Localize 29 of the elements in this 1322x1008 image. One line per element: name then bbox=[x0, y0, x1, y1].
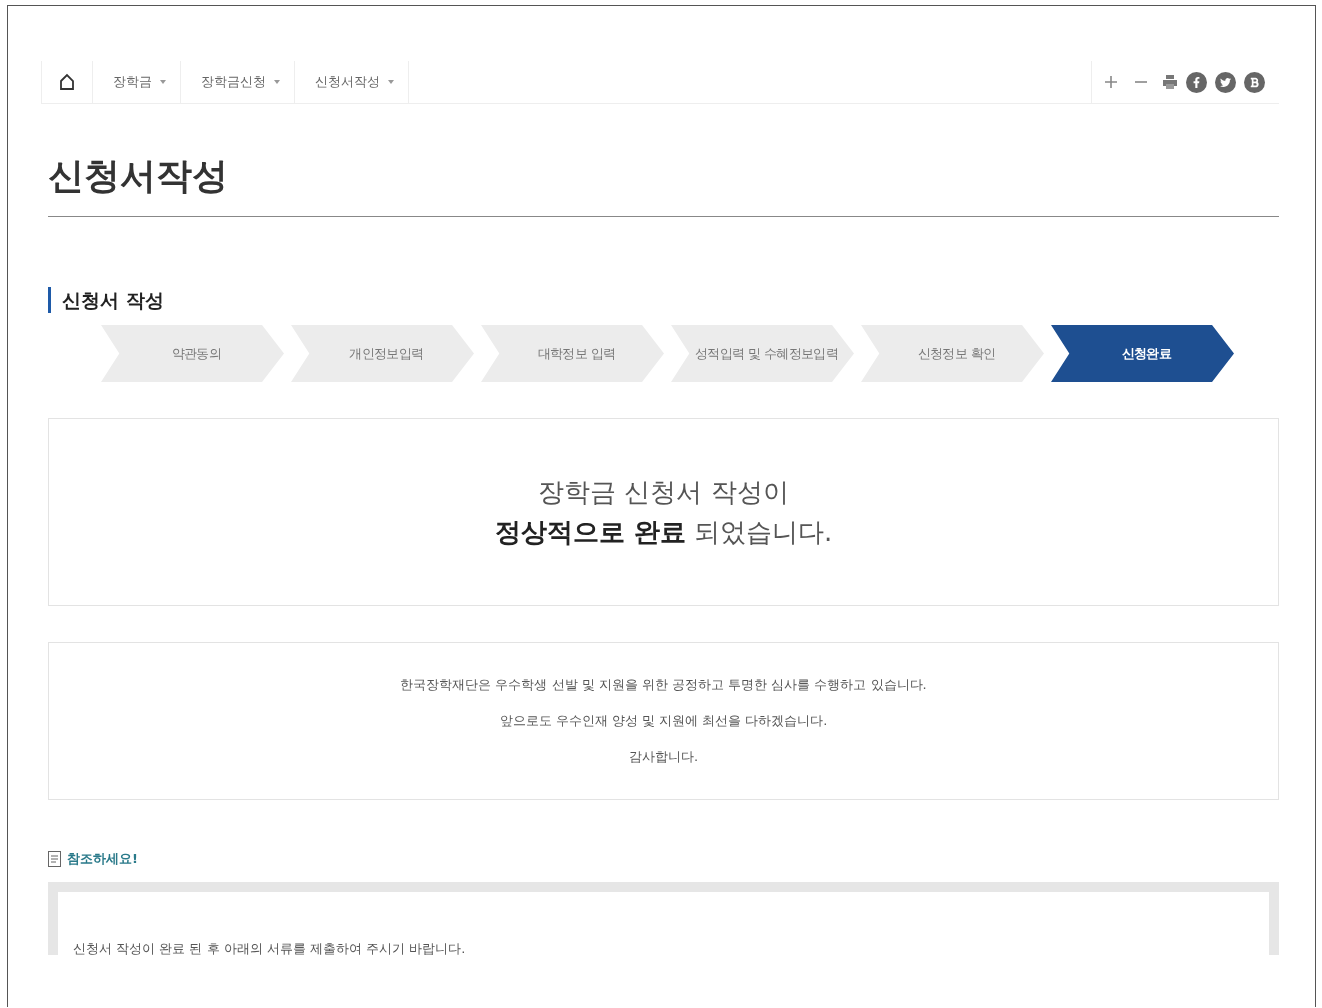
progress-step: 개인정보입력 bbox=[291, 325, 474, 382]
page-title: 신청서작성 bbox=[48, 154, 229, 198]
note-text: 신청서 작성이 완료 된 후 아래의 서류를 제출하여 주시기 바랍니다. bbox=[73, 941, 466, 955]
caret-icon bbox=[160, 80, 166, 84]
caret-icon bbox=[274, 80, 280, 84]
document-icon bbox=[48, 851, 61, 867]
section-title: 신청서 작성 bbox=[48, 287, 1279, 313]
facebook-icon[interactable] bbox=[1186, 71, 1207, 93]
blog-icon[interactable] bbox=[1244, 71, 1265, 93]
notice-text: 한국장학재단은 우수학생 선발 및 지원을 위한 공정하고 투명한 심사를 수행하고 있습니다. bbox=[400, 676, 927, 694]
breadcrumb-dropdown[interactable]: 장학금 bbox=[93, 61, 181, 103]
completion-message: 정상적으로 완료 되었습니다. bbox=[494, 516, 833, 549]
progress-step: 대학정보 입력 bbox=[481, 325, 664, 382]
home-button[interactable] bbox=[41, 61, 93, 103]
caret-icon bbox=[388, 80, 394, 84]
notice-text: 앞으로도 우수인재 양성 및 지원에 최선을 다하겠습니다. bbox=[499, 712, 828, 730]
progress-step: 신청정보 확인 bbox=[861, 325, 1044, 382]
print-icon[interactable] bbox=[1162, 74, 1178, 90]
progress-step: 성적입력 및 수혜정보입력 bbox=[671, 325, 854, 382]
completion-message: 장학금 신청서 작성이 bbox=[538, 476, 789, 509]
twitter-icon[interactable] bbox=[1215, 71, 1236, 93]
zoom-in-icon[interactable] bbox=[1104, 75, 1118, 89]
breadcrumb-dropdown[interactable]: 신청서작성 bbox=[295, 61, 409, 103]
home-icon bbox=[58, 73, 76, 91]
progress-step: 신청완료 bbox=[1051, 325, 1234, 382]
notice-text: 감사합니다. bbox=[628, 748, 699, 766]
note-title: 참조하세요! bbox=[67, 850, 138, 868]
progress-step: 약관동의 bbox=[101, 325, 284, 382]
breadcrumb-dropdown[interactable]: 장학금신청 bbox=[181, 61, 295, 103]
